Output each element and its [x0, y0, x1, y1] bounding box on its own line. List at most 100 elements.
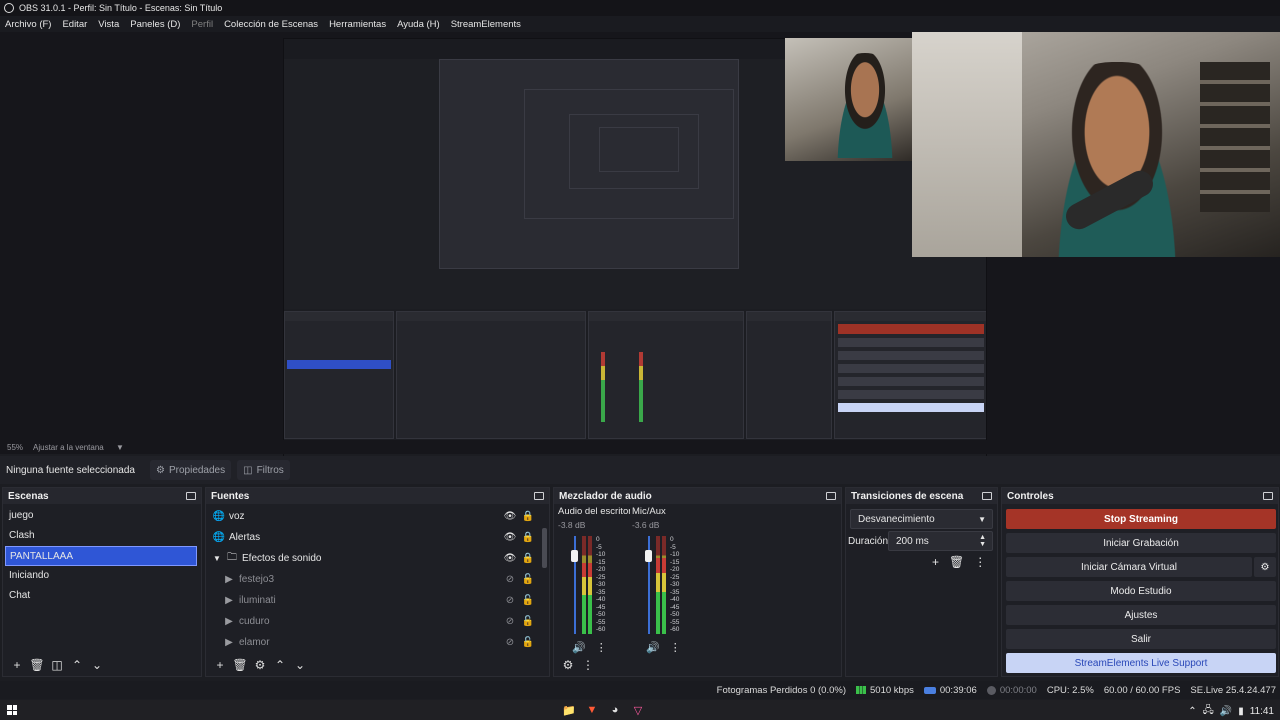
scene-item[interactable]: Iniciando [3, 566, 201, 586]
eye-icon[interactable]: 👁 [501, 553, 519, 564]
channel-name: Audio del escritorio [558, 506, 630, 517]
source-item-alertas[interactable]: 🌐 Alertas 👁 🔒 [212, 527, 537, 548]
stop-streaming-button[interactable]: Stop Streaming [1006, 509, 1276, 529]
eye-hidden-icon[interactable]: ⊘ [501, 574, 519, 585]
scene-item[interactable]: juego [3, 506, 201, 526]
speaker-icon[interactable]: 🔊 [572, 641, 586, 654]
lock-icon[interactable]: 🔒 [519, 511, 537, 522]
source-item-voz[interactable]: 🌐 voz 👁 🔒 [212, 506, 537, 527]
move-up-icon[interactable]: ⌃ [67, 658, 87, 672]
source-item-festejo3[interactable]: ▶ festejo3 ⊘ 🔓 [212, 569, 537, 590]
volume-fader[interactable] [571, 550, 578, 562]
lock-icon[interactable]: 🔓 [519, 574, 537, 585]
scene-item[interactable]: Clash [3, 526, 201, 546]
properties-button[interactable]: ⚙ Propiedades [150, 460, 232, 480]
speaker-icon[interactable]: 🔊 [646, 641, 660, 654]
undock-icon[interactable] [1263, 492, 1273, 500]
gear-icon: ⚙ [156, 464, 165, 476]
sources-scrollbar[interactable] [542, 528, 547, 568]
kebab-menu-icon[interactable]: ⋮ [974, 555, 986, 569]
volume-fader[interactable] [645, 550, 652, 562]
windows-start-icon[interactable] [7, 705, 17, 715]
se-version: SE.Live 25.4.24.477 [1190, 684, 1276, 696]
menu-edit[interactable]: Editar [62, 19, 87, 30]
trash-icon[interactable]: 🗑 [949, 555, 964, 569]
eye-hidden-icon[interactable]: ⊘ [501, 595, 519, 606]
eye-hidden-icon[interactable]: ⊘ [501, 637, 519, 648]
duration-spinbox[interactable]: 200 ms ▲ ▼ [888, 531, 993, 551]
undock-icon[interactable] [826, 492, 836, 500]
menu-docks[interactable]: Paneles (D) [130, 19, 180, 30]
transition-select[interactable]: Desvanecimiento ▼ [850, 509, 993, 529]
link-gear-icon[interactable]: ⚙ [558, 658, 578, 672]
battery-icon[interactable]: ▮ [1238, 706, 1244, 717]
source-item-elamor[interactable]: ▶ elamor ⊘ 🔓 [212, 632, 537, 653]
menu-file[interactable]: Archivo (F) [5, 19, 51, 30]
streamelements-icon[interactable]: ▽ [631, 703, 645, 717]
mixer-channel-desktop: Audio del escritorio -3.8 dB 0-5-10-15-2… [558, 506, 630, 654]
eye-hidden-icon[interactable]: ⊘ [501, 616, 519, 627]
status-bar: Fotogramas Perdidos 0 (0.0%) 5010 kbps 0… [0, 681, 1280, 699]
lock-icon[interactable]: 🔓 [519, 637, 537, 648]
source-item-iluminati[interactable]: ▶ iluminati ⊘ 🔓 [212, 590, 537, 611]
kebab-menu-icon[interactable]: ⋮ [578, 658, 598, 672]
source-group-efectos[interactable]: ▼ 🗀 Efectos de sonido 👁 🔒 [212, 548, 537, 569]
settings-button[interactable]: Ajustes [1006, 605, 1276, 625]
undock-icon[interactable] [982, 492, 992, 500]
studio-mode-button[interactable]: Modo Estudio [1006, 581, 1276, 601]
chevron-up-icon[interactable]: ⌃ [1188, 706, 1196, 717]
filters-button[interactable]: ◫ Filtros [237, 460, 290, 480]
preview-area[interactable] [0, 32, 1280, 468]
file-explorer-icon[interactable]: 📁 [562, 703, 576, 717]
brave-browser-icon[interactable]: ▼ [585, 703, 599, 717]
scene-item[interactable]: Chat [3, 586, 201, 606]
menu-help[interactable]: Ayuda (H) [397, 19, 440, 30]
kebab-menu-icon[interactable]: ⋮ [670, 641, 681, 654]
db-tick: -25 [670, 573, 680, 581]
chevron-down-icon[interactable]: ▼ [212, 554, 222, 563]
clock[interactable]: 11:41 [1250, 706, 1274, 717]
lock-icon[interactable]: 🔒 [519, 553, 537, 564]
lock-icon[interactable]: 🔓 [519, 595, 537, 606]
trash-icon[interactable]: 🗑 [230, 658, 250, 672]
lock-icon[interactable]: 🔒 [519, 532, 537, 543]
undock-icon[interactable] [186, 492, 196, 500]
menu-profile[interactable]: Perfil [191, 19, 213, 30]
start-recording-button[interactable]: Iniciar Grabación [1006, 533, 1276, 553]
undock-icon[interactable] [534, 492, 544, 500]
add-icon[interactable]: + [210, 658, 230, 672]
menu-view[interactable]: Vista [98, 19, 119, 30]
move-down-icon[interactable]: ⌄ [87, 658, 107, 672]
kebab-menu-icon[interactable]: ⋮ [596, 641, 607, 654]
gear-icon[interactable]: ⚙ [250, 658, 270, 672]
volume-icon[interactable]: 🔊 [1220, 706, 1232, 717]
fit-window-dropdown[interactable]: Ajustar a la ventana ▼ [33, 443, 124, 452]
scene-item-selected[interactable]: PANTALLAAA [5, 546, 197, 566]
menu-scene-collection[interactable]: Colección de Escenas [224, 19, 318, 30]
add-icon[interactable]: + [932, 555, 939, 569]
network-icon[interactable]: 🖧 [1203, 703, 1214, 720]
mixer-title: Mezclador de audio [559, 490, 652, 502]
filter-icon[interactable]: ◫ [47, 658, 67, 672]
db-tick: -50 [596, 611, 606, 619]
channel-name: Mic/Aux [632, 506, 666, 517]
add-icon[interactable]: + [7, 658, 27, 672]
trash-icon[interactable]: 🗑 [27, 658, 47, 672]
lock-icon[interactable]: 🔓 [519, 616, 537, 627]
menu-tools[interactable]: Herramientas [329, 19, 386, 30]
live-support-button[interactable]: StreamElements Live Support [1006, 653, 1276, 673]
spin-arrows-icon[interactable]: ▲ ▼ [979, 534, 986, 548]
eye-icon[interactable]: 👁 [501, 511, 519, 522]
play-icon: ▶ [225, 637, 233, 648]
move-up-icon[interactable]: ⌃ [270, 658, 290, 672]
menu-streamelements[interactable]: StreamElements [451, 19, 521, 30]
eye-icon[interactable]: 👁 [501, 532, 519, 543]
db-scale: 0 -5 -10 -15 -20 -25 -30 -35 -40 -45 -50 -55 -60 [596, 536, 605, 634]
obs-taskbar-icon[interactable]: ◕ [608, 703, 622, 717]
source-item-cuduro[interactable]: ▶ cuduro ⊘ 🔓 [212, 611, 537, 632]
start-virtual-camera-button[interactable]: Iniciar Cámara Virtual [1006, 557, 1252, 577]
move-down-icon[interactable]: ⌄ [290, 658, 310, 672]
exit-button[interactable]: Salir [1006, 629, 1276, 649]
db-tick: -60 [670, 626, 680, 634]
virtual-camera-settings-button[interactable]: ⚙ [1254, 557, 1276, 577]
